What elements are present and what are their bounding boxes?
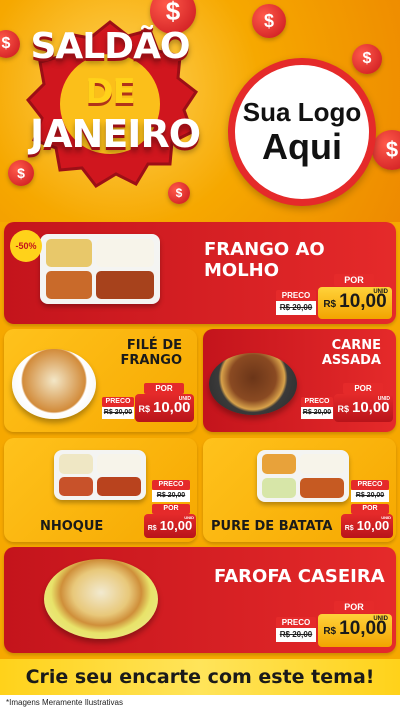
- product-name: CARNE ASSADA: [303, 338, 381, 369]
- unit-label: UNID: [373, 289, 388, 295]
- cta-text: Crie seu encarte com este tema!: [25, 666, 375, 688]
- title-janeiro: JANEIRO: [30, 112, 201, 156]
- currency: R$: [138, 404, 150, 414]
- product-image-file: [12, 349, 96, 419]
- currency: R$: [147, 525, 157, 532]
- price-value: 10,00: [159, 518, 193, 533]
- price-block: POR PRECO R$ 20,00 R$ 10,00 UNID: [100, 383, 196, 423]
- unit-label: UNID: [178, 396, 191, 402]
- currency: R$: [323, 626, 337, 637]
- unit-label: UNID: [373, 616, 388, 622]
- title-saldao: SALDÃO: [30, 26, 190, 67]
- price-block: PRECO R$ 20,00 POR R$ 10,00 UNID: [142, 472, 196, 538]
- new-price: R$ 10,00 UNID: [318, 614, 392, 647]
- discount-badge: -50%: [10, 230, 42, 262]
- product-card-pure-de-batata[interactable]: PURE DE BATATA PRECO R$ 20,00 POR R$ 10,…: [203, 438, 396, 542]
- footer-disclaimer: *Imagens Meramente Ilustrativas: [0, 695, 400, 711]
- coin-icon: $: [352, 44, 382, 74]
- logo-placeholder[interactable]: Sua Logo Aqui: [228, 58, 376, 206]
- product-name-line1: FILÉ DE: [126, 338, 182, 353]
- price-block: POR PRECO R$ 20,00 R$ 10,00 UNID: [276, 274, 394, 320]
- preco-label: PRECO: [276, 617, 316, 628]
- new-price: R$ 10,00 UNID: [318, 287, 392, 319]
- product-image-nhoque: [54, 450, 146, 500]
- product-card-farofa-caseira[interactable]: FAROFA CASEIRA POR PRECO R$ 20,00 R$ 10,…: [4, 547, 396, 653]
- product-image-frango: [40, 234, 160, 304]
- old-price: R$ 20,00: [102, 407, 134, 419]
- por-label: POR: [343, 383, 383, 394]
- price-value: 10,00: [356, 518, 390, 533]
- new-price: R$ 10,00 UNID: [334, 394, 393, 422]
- product-card-carne-assada[interactable]: CARNE ASSADA POR PRECO R$ 20,00 R$ 10,00…: [203, 329, 396, 432]
- coin-icon: $: [252, 4, 286, 38]
- new-price: R$ 10,00 UNID: [341, 514, 393, 538]
- cta-banner[interactable]: Crie seu encarte com este tema!: [0, 659, 400, 695]
- por-label: POR: [334, 601, 374, 613]
- currency: R$: [323, 299, 337, 310]
- preco-label: PRECO: [152, 480, 190, 490]
- product-name-line2: FRANGO: [120, 352, 182, 368]
- por-label: POR: [351, 504, 389, 514]
- price-block: POR PRECO R$ 20,00 R$ 10,00 UNID: [299, 383, 395, 423]
- currency: R$: [344, 525, 354, 532]
- product-image-pure: [257, 450, 349, 502]
- por-label: POR: [334, 274, 374, 286]
- old-price: R$ 20,00: [301, 407, 333, 419]
- preco-label: PRECO: [276, 290, 316, 301]
- product-name-line1: CARNE: [331, 338, 381, 353]
- old-price: R$ 20,00: [152, 490, 190, 502]
- new-price: R$ 10,00 UNID: [135, 394, 194, 422]
- price-block: POR PRECO R$ 20,00 R$ 10,00 UNID: [276, 601, 394, 649]
- old-price: R$ 20,00: [276, 301, 316, 315]
- coin-icon: $: [0, 30, 20, 58]
- old-price: R$ 20,00: [276, 628, 316, 642]
- header-banner: $ $ $ $ $ $ $ SALDÃO DE JANEIRO Sua Logo…: [0, 0, 400, 222]
- product-name-line2: ASSADA: [321, 352, 381, 368]
- product-card-nhoque[interactable]: NHOQUE PRECO R$ 20,00 POR R$ 10,00 UNID: [4, 438, 197, 542]
- preco-label: PRECO: [102, 397, 134, 407]
- product-name: FILÉ DE FRANGO: [104, 338, 182, 369]
- por-label: POR: [152, 504, 190, 514]
- product-name: FAROFA CASEIRA: [214, 566, 385, 587]
- product-card-frango-ao-molho[interactable]: -50% FRANGO AO MOLHO POR PRECO R$ 20,00 …: [4, 222, 396, 324]
- product-name: NHOQUE: [40, 519, 104, 534]
- preco-label: PRECO: [351, 480, 389, 490]
- product-image-farofa: [44, 559, 158, 639]
- logo-text-line2: Aqui: [262, 125, 342, 167]
- price-block: PRECO R$ 20,00 POR R$ 10,00 UNID: [339, 472, 395, 538]
- unit-label: UNID: [184, 515, 194, 520]
- por-label: POR: [144, 383, 184, 394]
- logo-text-line1: Sua Logo: [242, 96, 362, 127]
- preco-label: PRECO: [301, 397, 333, 407]
- product-card-file-de-frango[interactable]: FILÉ DE FRANGO POR PRECO R$ 20,00 R$ 10,…: [4, 329, 197, 432]
- unit-label: UNID: [377, 396, 390, 402]
- product-name: PURE DE BATATA: [211, 519, 333, 534]
- old-price: R$ 20,00: [351, 490, 389, 502]
- product-image-carne: [209, 353, 297, 415]
- coin-icon: $: [372, 130, 400, 170]
- new-price: R$ 10,00 UNID: [144, 514, 196, 538]
- unit-label: UNID: [381, 515, 391, 520]
- title-de: DE: [85, 72, 135, 112]
- currency: R$: [337, 404, 349, 414]
